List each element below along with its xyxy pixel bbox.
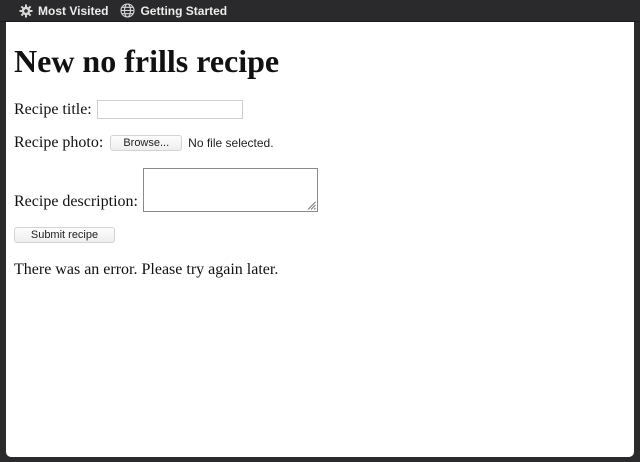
bookmark-getting-started[interactable]: Getting Started	[120, 3, 227, 18]
bookmark-label: Getting Started	[140, 3, 228, 18]
recipe-photo-label: Recipe photo:	[14, 134, 104, 151]
bookmarks-toolbar: Most Visited Getting Started	[0, 0, 640, 22]
error-message: There was an error. Please try again lat…	[14, 261, 279, 278]
recipe-description-textarea[interactable]	[142, 168, 318, 212]
recipe-description-row: Recipe description:	[14, 168, 634, 212]
file-status-text: No file selected.	[188, 136, 274, 150]
resize-grip-icon[interactable]	[307, 201, 316, 210]
recipe-title-row: Recipe title:	[14, 100, 634, 119]
recipe-title-label: Recipe title:	[14, 100, 92, 118]
recipe-description-label: Recipe description:	[14, 193, 138, 210]
browse-button[interactable]: Browse...	[110, 135, 183, 151]
submit-recipe-button[interactable]: Submit recipe	[14, 227, 115, 243]
recipe-photo-row: Recipe photo: Browse... No file selected…	[14, 134, 634, 152]
page-content: New no frills recipe Recipe title: Recip…	[6, 43, 634, 279]
bookmark-most-visited[interactable]: Most Visited	[19, 4, 108, 18]
recipe-title-input[interactable]	[96, 100, 243, 119]
page-viewport: New no frills recipe Recipe title: Recip…	[6, 22, 634, 457]
page-title: New no frills recipe	[14, 43, 280, 79]
gear-icon	[19, 4, 33, 18]
globe-icon	[120, 3, 136, 18]
bookmark-label: Most Visited	[38, 3, 109, 18]
